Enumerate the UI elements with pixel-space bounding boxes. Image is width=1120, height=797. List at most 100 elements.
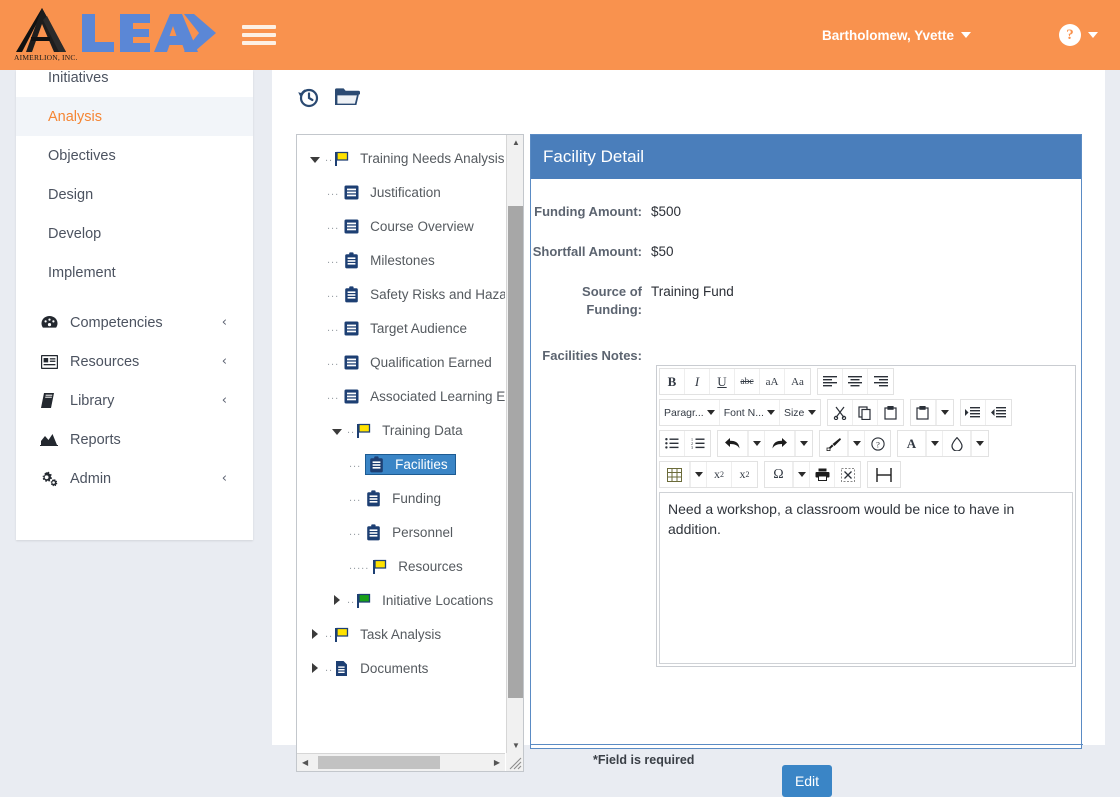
help-button[interactable]: ?: [865, 431, 890, 456]
scroll-right-icon[interactable]: ▶: [494, 758, 500, 767]
tree-node-label: Milestones: [370, 252, 435, 268]
tree-toggle-expanded-icon[interactable]: [305, 151, 325, 166]
change-case-button[interactable]: Aa: [785, 369, 810, 394]
tree-vertical-scrollbar[interactable]: ▲ ▼: [506, 135, 523, 753]
table-dropdown[interactable]: [690, 462, 707, 487]
sidebar-item-analysis[interactable]: Analysis: [16, 97, 253, 136]
numbered-list-button[interactable]: 123: [685, 431, 710, 456]
tree-node-qualification-earned[interactable]: ... Qualification Earned: [327, 345, 505, 379]
bullet-list-button[interactable]: [660, 431, 685, 456]
tree-node-label: Resources: [398, 558, 463, 574]
text-color-dropdown[interactable]: [926, 431, 943, 456]
tree-node-justification[interactable]: ... Justification: [327, 175, 505, 209]
sidebar-item-develop[interactable]: Develop: [16, 214, 253, 253]
scroll-down-icon[interactable]: ▼: [512, 741, 520, 750]
special-character-button[interactable]: Ω: [765, 462, 793, 487]
text-color-button[interactable]: A: [898, 431, 926, 456]
sidebar-item-initiatives[interactable]: Initiatives: [16, 70, 253, 97]
print-button[interactable]: [810, 462, 835, 487]
align-left-button[interactable]: [818, 369, 843, 394]
tree-node-milestones[interactable]: ... Milestones: [327, 243, 505, 277]
tree-toggle-collapsed-icon[interactable]: [305, 661, 325, 676]
table-button[interactable]: [660, 462, 690, 487]
tree-toggle-expanded-icon[interactable]: [327, 423, 347, 438]
bold-button[interactable]: B: [660, 369, 685, 394]
tree-node-documents[interactable]: .. Documents: [305, 651, 505, 685]
tree-node-task-analysis[interactable]: .. Task Analysis: [305, 617, 505, 651]
font-size-select[interactable]: Size: [779, 400, 820, 425]
tree-line-dots: ...: [327, 390, 340, 402]
select-value: Font N...: [723, 406, 764, 419]
special-character-dropdown[interactable]: [793, 462, 810, 487]
align-right-button[interactable]: [868, 369, 893, 394]
sidebar-item-competencies[interactable]: Competencies ‹: [16, 303, 253, 342]
sidebar-item-library[interactable]: Library ‹: [16, 381, 253, 420]
open-folder-icon[interactable]: [334, 86, 361, 108]
paragraph-format-select[interactable]: Paragr...: [660, 400, 720, 425]
cut-button[interactable]: [827, 400, 853, 425]
font-name-select[interactable]: Font N...: [719, 400, 780, 425]
tree-node-personnel[interactable]: ... Personnel: [349, 515, 505, 549]
subscript-button[interactable]: x2: [707, 462, 732, 487]
field-label: Facilities Notes:: [542, 348, 642, 363]
brand-logo[interactable]: AIMERLION, INC.: [14, 6, 218, 64]
tree-node-course-overview[interactable]: ... Course Overview: [327, 209, 505, 243]
superscript-button[interactable]: x2: [732, 462, 757, 487]
sidebar-item-resources[interactable]: Resources ‹: [16, 342, 253, 381]
tree-node-selected-wrapper[interactable]: Facilities: [365, 453, 456, 475]
undo-button[interactable]: [718, 431, 748, 456]
sidebar-item-reports[interactable]: Reports: [16, 420, 253, 459]
sidebar-item-implement[interactable]: Implement: [16, 253, 253, 292]
scrollbar-thumb[interactable]: [508, 206, 523, 698]
copy-button[interactable]: [852, 400, 878, 425]
tree-node-resources[interactable]: ..... Resources: [349, 549, 505, 583]
resize-grip-icon[interactable]: [506, 753, 523, 771]
sidebar-item-admin[interactable]: Admin ‹: [16, 459, 253, 498]
format-painter-dropdown[interactable]: [848, 431, 865, 456]
highlight-color-button[interactable]: [943, 431, 971, 456]
tree-toggle-collapsed-icon[interactable]: [305, 627, 325, 642]
tree-node-training-data[interactable]: .. Training Data: [327, 413, 505, 447]
tree-node-initiative-locations[interactable]: .. Initiative Locations: [327, 583, 505, 617]
user-menu[interactable]: Bartholomew, Yvette: [822, 28, 971, 43]
tree-line-dots: ...: [349, 458, 362, 470]
tree-node-associated-learning-events[interactable]: ... Associated Learning E: [327, 379, 505, 413]
highlight-color-dropdown[interactable]: [971, 431, 988, 456]
paste-button[interactable]: [877, 400, 903, 425]
hamburger-icon[interactable]: [242, 22, 276, 48]
help-menu[interactable]: ?: [1059, 24, 1098, 46]
paste-options-dropdown[interactable]: [935, 400, 953, 425]
tree-node-target-audience[interactable]: ... Target Audience: [327, 311, 505, 345]
align-center-button[interactable]: [843, 369, 868, 394]
italic-button[interactable]: I: [685, 369, 710, 394]
sidebar-item-design[interactable]: Design: [16, 175, 253, 214]
redo-button[interactable]: [765, 431, 795, 456]
tree-node-safety-risks-and-hazards[interactable]: ... Safety Risks and Haza: [327, 277, 505, 311]
tree-node-funding[interactable]: ... Funding: [349, 481, 505, 515]
tree-line-dots: ..: [347, 594, 356, 606]
tree-toggle-collapsed-icon[interactable]: [327, 593, 347, 608]
notes-textarea[interactable]: Need a workshop, a classroom would be ni…: [659, 492, 1073, 664]
fullscreen-button[interactable]: [835, 462, 860, 487]
scroll-up-icon[interactable]: ▲: [512, 138, 520, 147]
sidebar-item-objectives[interactable]: Objectives: [16, 136, 253, 175]
strikethrough-button[interactable]: abc: [735, 369, 760, 394]
paste-options-button[interactable]: [910, 400, 936, 425]
undo-dropdown[interactable]: [748, 431, 765, 456]
outdent-button[interactable]: [985, 400, 1011, 425]
scrollbar-thumb[interactable]: [318, 756, 440, 769]
scroll-left-icon[interactable]: ◀: [302, 758, 308, 767]
format-painter-button[interactable]: [820, 431, 848, 456]
tree-node-facilities[interactable]: ... Facilities: [349, 447, 505, 481]
indent-button[interactable]: [960, 400, 986, 425]
page-break-button[interactable]: [868, 462, 900, 487]
tree-horizontal-scrollbar[interactable]: ◀ ▶: [297, 753, 505, 771]
list-doc-icon: [343, 354, 365, 371]
underline-button[interactable]: U: [710, 369, 735, 394]
edit-button[interactable]: Edit: [782, 765, 832, 797]
tree-node-training-needs-analysis[interactable]: .. Training Needs Analysis: [305, 141, 505, 175]
history-clock-icon[interactable]: [296, 85, 320, 109]
sidebar-item-label: Analysis: [48, 108, 102, 125]
redo-dropdown[interactable]: [795, 431, 812, 456]
uppercase-button[interactable]: aA: [760, 369, 785, 394]
